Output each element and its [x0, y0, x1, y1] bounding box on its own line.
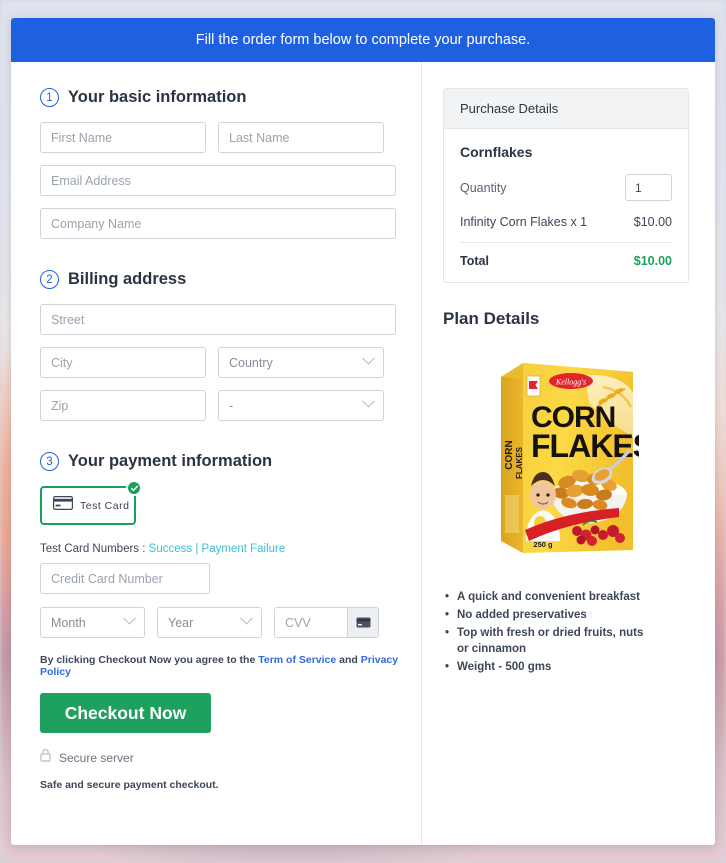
email-row: Email Address — [40, 165, 403, 196]
svg-text:CORN: CORN — [504, 440, 515, 469]
test-card-numbers-line: Test Card Numbers : Success | Payment Fa… — [40, 543, 403, 555]
summary-column: Purchase Details Cornflakes Quantity 1 I… — [422, 62, 715, 845]
purchase-details-title: Purchase Details — [444, 89, 688, 129]
expiry-year-value: Year — [168, 615, 194, 630]
terms-line: By clicking Checkout Now you agree to th… — [40, 654, 403, 678]
cvv-help-credit-card-icon[interactable] — [347, 608, 378, 637]
product-image: CORN FLAKES Kellogg's CORN FLAKE 250 g — [443, 345, 689, 567]
total-row: Total $10.00 — [460, 254, 672, 268]
feature-list: A quick and convenient breakfast No adde… — [443, 589, 689, 675]
test-card-prefix: Test Card Numbers : — [40, 543, 146, 555]
line-item-price: $10.00 — [633, 215, 672, 229]
country-select-value: Country — [229, 355, 273, 370]
company-row: Company Name — [40, 208, 403, 239]
svg-text:FLAKES: FLAKES — [515, 446, 524, 479]
plan-details-title: Plan Details — [443, 309, 540, 328]
expiry-month-value: Month — [51, 615, 86, 630]
quantity-label: Quantity — [460, 180, 507, 195]
svg-text:Kellogg's: Kellogg's — [555, 378, 586, 387]
zip-state-row: Zip - — [40, 390, 403, 421]
zip-input[interactable]: Zip — [40, 390, 206, 421]
line-item-label: Infinity Corn Flakes x 1 — [460, 215, 588, 229]
lock-icon — [40, 748, 51, 767]
section-billing-header: 2 Billing address — [40, 270, 403, 289]
section-payment-title: Your payment information — [68, 452, 273, 470]
step-number-1: 1 — [40, 88, 59, 107]
payment-method-label: Test Card — [80, 499, 130, 512]
step-number-2: 2 — [40, 270, 59, 289]
total-value: $10.00 — [633, 254, 672, 268]
secure-server-row: Secure server — [40, 748, 403, 767]
terms-prefix: By clicking Checkout Now you agree to th… — [40, 654, 259, 666]
terms-and: and — [336, 654, 361, 666]
card-body: 1 Your basic information First Name Last… — [11, 62, 715, 845]
svg-text:250 g: 250 g — [533, 540, 553, 549]
form-column: 1 Your basic information First Name Last… — [11, 62, 422, 845]
street-row: Street — [40, 304, 403, 335]
check-circle-icon — [126, 480, 142, 496]
company-input[interactable]: Company Name — [40, 208, 396, 239]
section-billing-title: Billing address — [68, 270, 187, 288]
product-name: Cornflakes — [460, 144, 533, 160]
list-item: No added preservatives — [445, 607, 645, 623]
secure-server-text: Secure server — [59, 750, 134, 765]
chevron-down-icon — [240, 611, 253, 625]
payment-method-test-card[interactable]: Test Card — [40, 480, 142, 525]
expiry-month-select[interactable]: Month — [40, 607, 145, 638]
purchase-details-body: Cornflakes Quantity 1 Infinity Corn Flak… — [444, 129, 688, 282]
state-select-value: - — [229, 398, 234, 413]
section-basic-info-title: Your basic information — [68, 88, 247, 106]
test-card-failure-link[interactable]: Payment Failure — [202, 543, 286, 555]
step-number-3: 3 — [40, 452, 59, 471]
header-banner: Fill the order form below to complete yo… — [11, 18, 715, 62]
street-input[interactable]: Street — [40, 304, 396, 335]
purchase-details-panel: Purchase Details Cornflakes Quantity 1 I… — [443, 88, 689, 283]
quantity-row: Quantity 1 — [460, 174, 672, 201]
cvv-field-group[interactable]: CVV — [274, 607, 379, 638]
country-select[interactable]: Country — [218, 347, 384, 378]
section-basic-info-header: 1 Your basic information — [40, 88, 403, 107]
line-item-row: Infinity Corn Flakes x 1 $10.00 — [460, 215, 672, 243]
chevron-down-icon — [123, 611, 136, 625]
list-item: A quick and convenient breakfast — [445, 589, 645, 605]
total-label: Total — [460, 254, 489, 268]
test-card-separator: | — [195, 543, 199, 555]
term-of-service-link[interactable]: Term of Service — [258, 654, 336, 666]
list-item: Top with fresh or dried fruits, nuts or … — [445, 625, 645, 657]
quantity-input[interactable]: 1 — [625, 174, 672, 201]
first-name-input[interactable]: First Name — [40, 122, 206, 153]
cvv-input[interactable]: CVV — [275, 608, 347, 637]
expiry-cvv-row: Month Year CVV — [40, 607, 403, 638]
test-card-success-link[interactable]: Success — [149, 543, 192, 555]
chevron-down-icon — [362, 351, 375, 365]
credit-card-number-input[interactable]: Credit Card Number — [40, 563, 210, 594]
checkout-button[interactable]: Checkout Now — [40, 693, 211, 733]
city-input[interactable]: City — [40, 347, 206, 378]
banner-text: Fill the order form below to complete yo… — [195, 32, 531, 48]
name-row: First Name Last Name — [40, 122, 403, 153]
checkout-card: Fill the order form below to complete yo… — [11, 18, 715, 845]
last-name-input[interactable]: Last Name — [218, 122, 384, 153]
state-select[interactable]: - — [218, 390, 384, 421]
city-country-row: City Country — [40, 347, 403, 378]
corn-flakes-box-illustration: CORN FLAKES Kellogg's CORN FLAKE 250 g — [501, 363, 639, 553]
email-input[interactable]: Email Address — [40, 165, 396, 196]
chevron-down-icon — [362, 394, 375, 408]
secure-note-text: Safe and secure payment checkout. — [40, 779, 219, 791]
list-item: Weight - 500 gms — [445, 659, 645, 675]
credit-card-icon — [53, 496, 73, 515]
section-payment-header: 3 Your payment information — [40, 452, 403, 471]
expiry-year-select[interactable]: Year — [157, 607, 262, 638]
